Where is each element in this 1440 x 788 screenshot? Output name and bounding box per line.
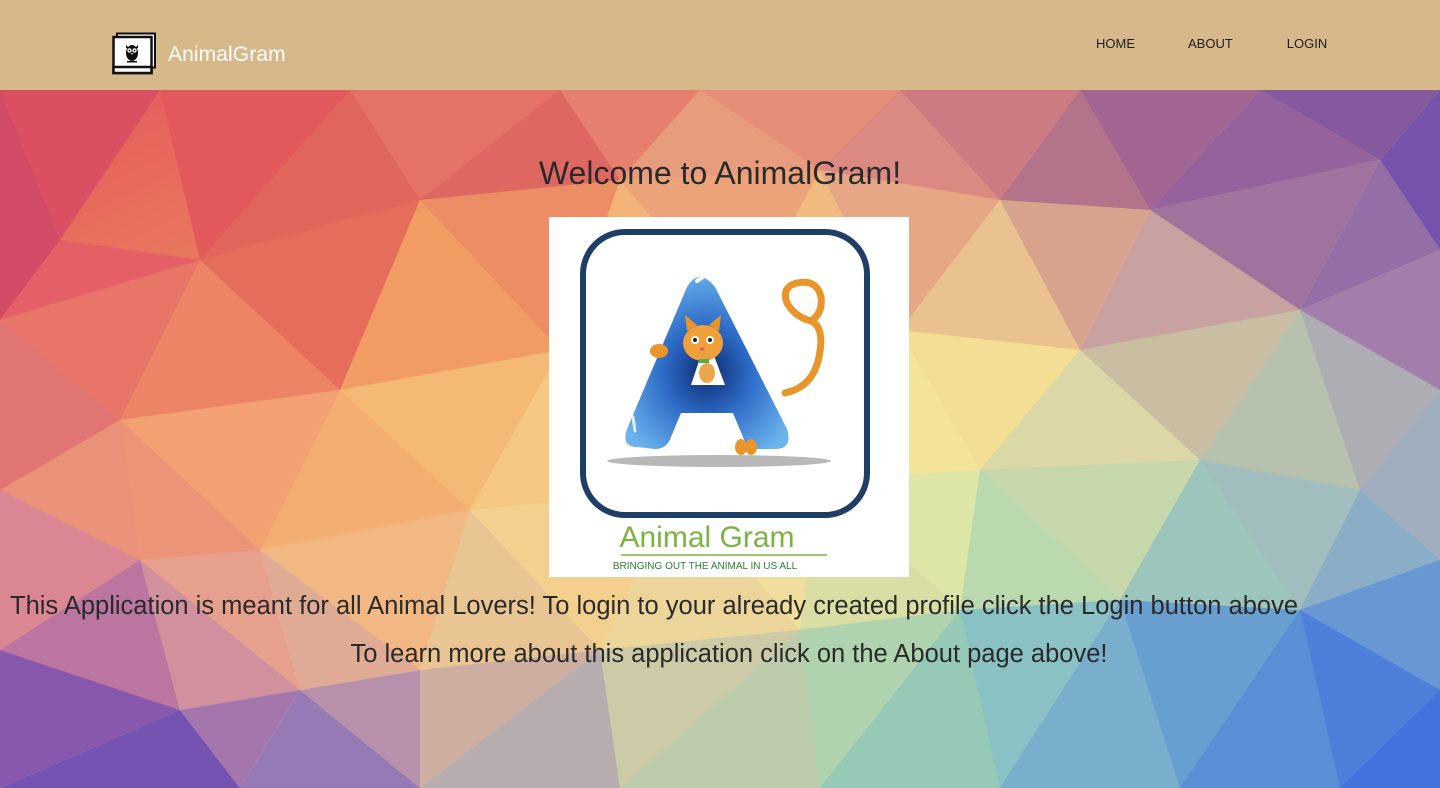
brand-name: AnimalGram [168,43,286,66]
owl-photo-frame-icon [112,32,156,75]
animal-gram-logo: Animal Gram BRINGING OUT THE ANIMAL IN U… [549,217,909,577]
nav-link-login[interactable]: LOGIN [1287,36,1327,52]
brand-link[interactable]: AnimalGram [112,32,286,78]
intro-line-2: To learn more about this application cli… [350,640,1108,668]
nav-links: HOME ABOUT LOGIN [1096,36,1327,52]
nav-link-about[interactable]: ABOUT [1188,36,1233,52]
navbar: AnimalGram HOME ABOUT LOGIN [0,0,1440,90]
animal-gram-letter-a-cat-logo: Animal Gram BRINGING OUT THE ANIMAL IN U… [580,229,870,572]
logo-title: Animal Gram [619,521,794,554]
logo-tagline: BRINGING OUT THE ANIMAL IN US ALL [613,561,798,572]
intro-line-1: This Application is meant for all Animal… [10,592,1298,620]
nav-link-home[interactable]: HOME [1096,36,1135,52]
welcome-title: Welcome to AnimalGram! [538,155,902,191]
